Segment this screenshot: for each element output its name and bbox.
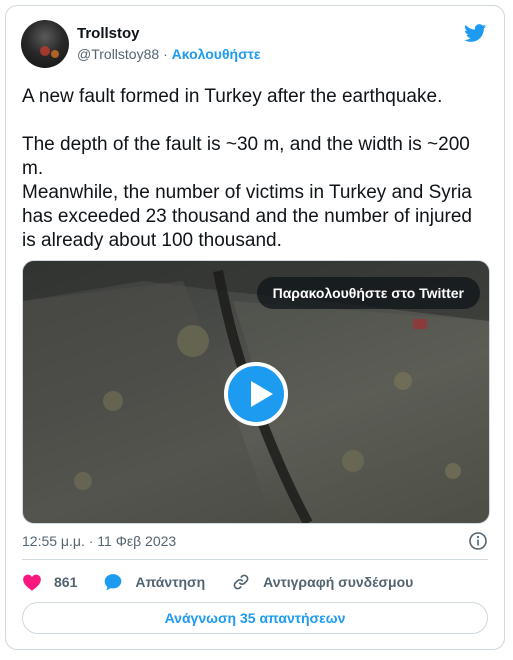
reply-button[interactable]: Απάντηση — [103, 572, 205, 592]
avatar[interactable] — [21, 20, 69, 68]
copy-link-label: Αντιγραφή συνδέσμου — [263, 574, 414, 590]
follow-link[interactable]: Ακολουθήστε — [172, 46, 261, 62]
reply-bubble-icon — [105, 574, 122, 591]
tweet-paragraph: Meanwhile, the number of victims in Turk… — [22, 182, 472, 251]
tweet-paragraph: A new fault formed in Turkey after the e… — [22, 86, 443, 107]
divider — [22, 559, 488, 560]
read-replies-button[interactable]: Ανάγνωση 35 απαντήσεων — [22, 602, 488, 634]
heart-icon — [23, 574, 41, 591]
tweet-card: Trollstoy @Trollstoy88 · Ακολουθήστε A n… — [5, 5, 505, 650]
author-name[interactable]: Trollstoy — [77, 25, 140, 42]
tweet-paragraph: The depth of the fault is ~30 m, and the… — [22, 134, 470, 179]
twitter-bird-icon[interactable] — [463, 22, 488, 44]
video-thumbnail[interactable]: Παρακολουθήστε στο Twitter — [22, 260, 490, 524]
reply-label: Απάντηση — [135, 574, 206, 590]
link-icon — [233, 574, 249, 590]
tweet-text: A new fault formed in Turkey after the e… — [22, 85, 490, 253]
watch-on-twitter-button[interactable]: Παρακολουθήστε στο Twitter — [256, 277, 480, 309]
copy-link-button[interactable]: Αντιγραφή συνδέσμου — [231, 572, 413, 592]
author-handle[interactable]: @Trollstoy88 — [77, 46, 159, 62]
info-icon[interactable] — [468, 531, 488, 551]
action-bar: 861 Απάντηση Αντιγραφή συνδέσμου — [22, 571, 439, 593]
like-count: 861 — [54, 574, 78, 590]
timestamp[interactable]: 12:55 μ.μ. · 11 Φεβ 2023 — [22, 533, 176, 549]
play-icon[interactable] — [224, 362, 288, 426]
like-button[interactable]: 861 — [22, 573, 77, 591]
author-meta: @Trollstoy88 · Ακολουθήστε — [77, 46, 261, 62]
meta-separator: · — [163, 46, 168, 62]
